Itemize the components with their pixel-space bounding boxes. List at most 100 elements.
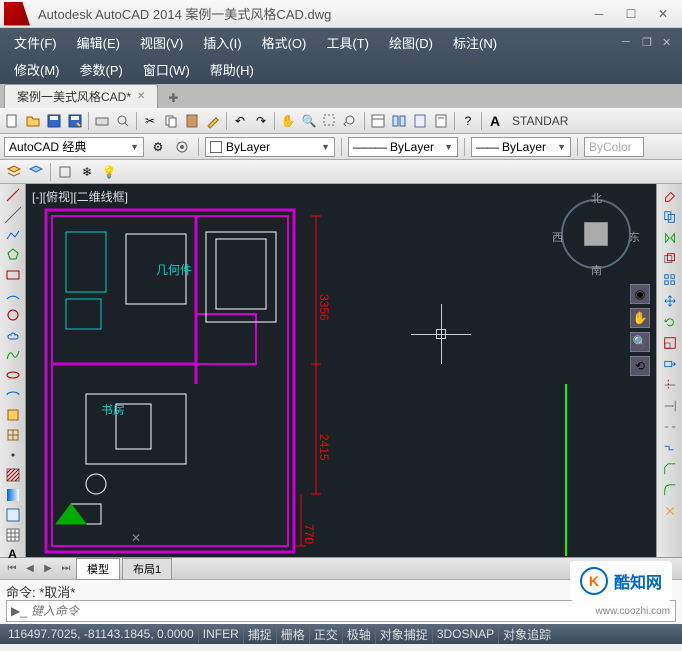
tab-layout1[interactable]: 布局1 xyxy=(122,558,172,580)
menu-tools[interactable]: 工具(T) xyxy=(316,30,379,55)
join-icon[interactable] xyxy=(659,438,681,458)
sb-ortho[interactable]: 正交 xyxy=(309,624,342,644)
layer-iso-icon[interactable] xyxy=(55,162,75,182)
circle-icon[interactable] xyxy=(2,306,24,324)
command-input-row[interactable]: ▶_ xyxy=(6,600,676,622)
menu-window[interactable]: 窗口(W) xyxy=(133,57,200,82)
menu-dimension[interactable]: 标注(N) xyxy=(443,30,507,55)
menu-file[interactable]: 文件(F) xyxy=(4,30,67,55)
workspace-gear-icon[interactable] xyxy=(172,137,192,157)
move-icon[interactable] xyxy=(659,291,681,311)
sb-osnap[interactable]: 对象捕捉 xyxy=(375,624,432,644)
sheet-set-icon[interactable] xyxy=(431,111,451,131)
sb-grid[interactable]: 栅格 xyxy=(276,624,309,644)
plot-icon[interactable] xyxy=(92,111,112,131)
mdi-minimize-icon[interactable]: ─ xyxy=(622,36,638,50)
pan-icon[interactable]: ✋ xyxy=(278,111,298,131)
menu-edit[interactable]: 编辑(E) xyxy=(67,30,130,55)
rectangle-icon[interactable] xyxy=(2,266,24,284)
document-tab[interactable]: 案例一美式风格CAD* ✕ xyxy=(4,84,158,108)
command-input[interactable] xyxy=(31,604,671,618)
workspace-settings-icon[interactable]: ⚙ xyxy=(148,137,168,157)
polygon-icon[interactable] xyxy=(2,246,24,264)
sb-snap[interactable]: 捕捉 xyxy=(243,624,276,644)
menu-view[interactable]: 视图(V) xyxy=(130,30,193,55)
design-center-icon[interactable] xyxy=(389,111,409,131)
nav-orbit-icon[interactable]: ⟲ xyxy=(630,356,650,376)
compass-east[interactable]: 东 xyxy=(629,229,640,245)
nav-zoom-icon[interactable]: 🔍 xyxy=(630,332,650,352)
help-icon[interactable]: ? xyxy=(458,111,478,131)
layer-state-icon[interactable] xyxy=(26,162,46,182)
mirror-icon[interactable] xyxy=(659,228,681,248)
menu-insert[interactable]: 插入(I) xyxy=(193,30,251,55)
sb-infer[interactable]: INFER xyxy=(198,625,243,643)
scale-icon[interactable] xyxy=(659,333,681,353)
new-tab-button[interactable]: ✚ xyxy=(162,88,184,108)
compass-south[interactable]: 南 xyxy=(591,262,602,278)
tab-next-icon[interactable]: ▶ xyxy=(40,561,56,577)
save-icon[interactable] xyxy=(44,111,64,131)
match-icon[interactable] xyxy=(203,111,223,131)
text-style-dropdown[interactable]: STANDAR xyxy=(506,114,574,128)
layer-off-icon[interactable]: 💡 xyxy=(99,162,119,182)
linetype-dropdown[interactable]: ——— ByLayer ▼ xyxy=(348,137,458,157)
tool-palette-icon[interactable] xyxy=(410,111,430,131)
nav-wheel-icon[interactable]: ◉ xyxy=(630,284,650,304)
chamfer-icon[interactable] xyxy=(659,459,681,479)
menu-parametric[interactable]: 参数(P) xyxy=(70,57,133,82)
saveas-icon[interactable] xyxy=(65,111,85,131)
tab-last-icon[interactable]: ⏭ xyxy=(58,561,74,577)
properties-icon[interactable] xyxy=(368,111,388,131)
trim-icon[interactable] xyxy=(659,375,681,395)
stretch-icon[interactable] xyxy=(659,354,681,374)
compass-west[interactable]: 西 xyxy=(552,229,563,245)
close-tab-icon[interactable]: ✕ xyxy=(137,91,145,102)
tab-model[interactable]: 模型 xyxy=(76,558,120,580)
sb-3dosnap[interactable]: 3DOSNAP xyxy=(432,625,498,643)
zoom-prev-icon[interactable] xyxy=(341,111,361,131)
paste-icon[interactable] xyxy=(182,111,202,131)
zoom-icon[interactable]: 🔍 xyxy=(299,111,319,131)
copy2-icon[interactable] xyxy=(659,207,681,227)
polyline-icon[interactable] xyxy=(2,226,24,244)
nav-pan-icon[interactable]: ✋ xyxy=(630,308,650,328)
erase-icon[interactable] xyxy=(659,186,681,206)
menu-help[interactable]: 帮助(H) xyxy=(200,57,264,82)
ellipse-arc-icon[interactable] xyxy=(2,386,24,404)
gradient-icon[interactable] xyxy=(2,486,24,504)
spline-icon[interactable] xyxy=(2,346,24,364)
extend-icon[interactable] xyxy=(659,396,681,416)
plotstyle-dropdown[interactable]: ByColor xyxy=(584,137,644,157)
revcloud-icon[interactable] xyxy=(2,326,24,344)
arc-icon[interactable] xyxy=(2,286,24,304)
insert-block-icon[interactable] xyxy=(2,406,24,424)
table-icon[interactable] xyxy=(2,526,24,544)
lineweight-dropdown[interactable]: —— ByLayer ▼ xyxy=(471,137,571,157)
ellipse-icon[interactable] xyxy=(2,366,24,384)
mdi-close-icon[interactable]: ✕ xyxy=(662,36,678,50)
zoom-window-icon[interactable] xyxy=(320,111,340,131)
open-icon[interactable] xyxy=(23,111,43,131)
fillet-icon[interactable] xyxy=(659,480,681,500)
menu-modify[interactable]: 修改(M) xyxy=(4,57,70,82)
undo-icon[interactable]: ↶ xyxy=(230,111,250,131)
mdi-restore-icon[interactable]: ❐ xyxy=(642,36,658,50)
new-icon[interactable] xyxy=(2,111,22,131)
explode-icon[interactable] xyxy=(659,501,681,521)
redo-icon[interactable]: ↷ xyxy=(251,111,271,131)
compass-north[interactable]: 北 xyxy=(591,190,602,206)
drawing-canvas[interactable]: [-][俯视][二维线框] 几何件 书房 xyxy=(26,184,656,557)
sb-otrack[interactable]: 对象追踪 xyxy=(498,624,555,644)
text-style-icon[interactable]: A xyxy=(485,111,505,131)
layer-manager-icon[interactable] xyxy=(4,162,24,182)
cut-icon[interactable]: ✂ xyxy=(140,111,160,131)
layer-freeze-icon[interactable]: ❄ xyxy=(77,162,97,182)
xline-icon[interactable] xyxy=(2,206,24,224)
workspace-dropdown[interactable]: AutoCAD 经典 ▼ xyxy=(4,137,144,157)
copy-icon[interactable] xyxy=(161,111,181,131)
tab-first-icon[interactable]: ⏮ xyxy=(4,561,20,577)
hatch-icon[interactable] xyxy=(2,466,24,484)
region-icon[interactable] xyxy=(2,506,24,524)
sb-polar[interactable]: 极轴 xyxy=(342,624,375,644)
